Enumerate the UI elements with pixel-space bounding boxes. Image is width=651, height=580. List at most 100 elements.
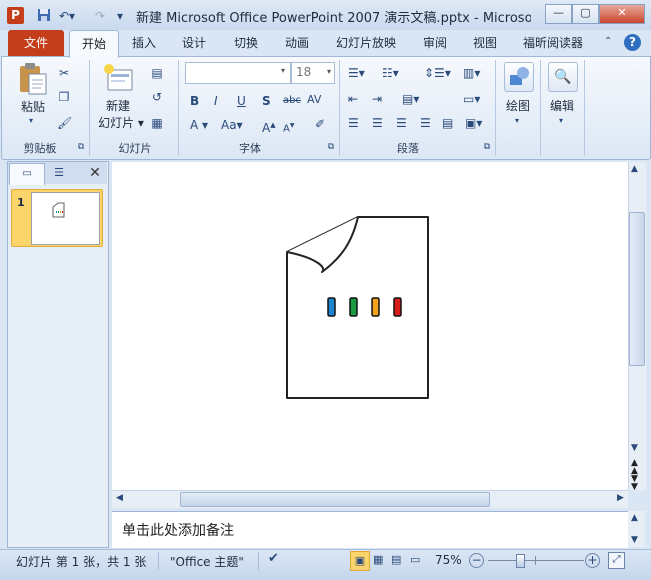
tab-home[interactable]: 开始 bbox=[69, 30, 119, 58]
tab-animations[interactable]: 动画 bbox=[277, 30, 317, 56]
scroll-up-icon[interactable]: ▲ bbox=[631, 164, 638, 174]
layout-icon[interactable]: ▤ bbox=[150, 66, 164, 80]
close-button[interactable]: ✕ bbox=[599, 4, 645, 24]
increase-indent-icon[interactable]: ⇥ bbox=[372, 91, 382, 107]
zoom-out-icon[interactable]: − bbox=[469, 553, 484, 568]
horizontal-scroll-thumb[interactable] bbox=[180, 492, 490, 507]
align-left-icon[interactable]: ☰ bbox=[348, 115, 359, 131]
distributed-icon[interactable]: ▤ bbox=[442, 115, 453, 131]
new-slide-label-line2[interactable]: 幻灯片 ▾ bbox=[94, 114, 148, 131]
editing-button[interactable]: 编辑 bbox=[544, 97, 580, 114]
zoom-slider-track[interactable] bbox=[488, 560, 584, 561]
notes-scroll-down-icon[interactable]: ▼ bbox=[631, 535, 638, 545]
clear-formatting-icon[interactable]: ✐ bbox=[315, 116, 325, 132]
scroll-left-icon[interactable]: ◀ bbox=[116, 493, 123, 503]
tab-design[interactable]: 设计 bbox=[174, 30, 214, 56]
tab-review[interactable]: 审阅 bbox=[415, 30, 455, 56]
vertical-scroll-thumb[interactable] bbox=[629, 212, 645, 366]
next-slide-icon[interactable]: ▼ ▼ bbox=[631, 475, 638, 492]
character-spacing-icon[interactable]: AV bbox=[307, 92, 321, 108]
format-painter-icon[interactable]: 🖌 bbox=[57, 116, 72, 130]
copy-icon[interactable]: ❐ bbox=[57, 90, 71, 104]
drawing-dropdown-icon[interactable]: ▾ bbox=[515, 116, 519, 125]
tab-foxit-reader[interactable]: 福昕阅读器 bbox=[516, 30, 590, 56]
minimize-button[interactable]: — bbox=[545, 4, 572, 24]
shadow-icon[interactable]: S bbox=[262, 93, 271, 109]
collapse-ribbon-icon[interactable]: ⌃ bbox=[604, 36, 618, 50]
group-label-clipboard: 剪贴板 bbox=[23, 142, 57, 155]
align-right-icon[interactable]: ☰ bbox=[396, 115, 407, 131]
fit-to-window-icon[interactable]: ⤢ bbox=[608, 552, 625, 569]
outline-tab-icon[interactable]: ☰ bbox=[46, 163, 72, 183]
align-center-icon[interactable]: ☰ bbox=[372, 115, 383, 131]
section-icon[interactable]: ▦ bbox=[150, 116, 164, 130]
zoom-level[interactable]: 75% bbox=[435, 553, 462, 567]
new-slide-icon[interactable] bbox=[102, 62, 134, 94]
theme-status[interactable]: "Office 主题" bbox=[170, 553, 244, 570]
paste-icon[interactable] bbox=[17, 62, 49, 96]
close-panel-icon[interactable]: ✕ bbox=[86, 163, 104, 183]
tab-transitions[interactable]: 切换 bbox=[226, 30, 266, 56]
slide-sorter-icon[interactable]: ▦ bbox=[373, 553, 383, 566]
bullets-icon[interactable]: ☰▾ bbox=[348, 65, 365, 81]
paragraph-launcher-icon[interactable]: ⧉ bbox=[480, 140, 494, 154]
help-icon[interactable]: ? bbox=[624, 34, 641, 51]
justify-icon[interactable]: ☰ bbox=[420, 115, 431, 131]
drawing-button[interactable]: 绘图 bbox=[500, 97, 536, 114]
font-size-dropdown-icon[interactable]: ▾ bbox=[327, 67, 331, 76]
grow-font-icon[interactable]: A▲ bbox=[262, 117, 276, 136]
editing-dropdown-icon[interactable]: ▾ bbox=[559, 116, 563, 125]
align-text-icon[interactable]: ▭▾ bbox=[463, 91, 480, 107]
italic-icon[interactable]: I bbox=[214, 93, 218, 109]
change-case-icon[interactable]: Aa▾ bbox=[221, 117, 243, 133]
customize-toolbar-icon[interactable]: ▾ bbox=[112, 8, 128, 24]
reset-icon[interactable]: ↺ bbox=[150, 90, 164, 104]
undo-icon[interactable]: ↶▾ bbox=[57, 8, 77, 24]
new-slide-label-line1[interactable]: 新建 bbox=[98, 97, 138, 114]
notes-placeholder[interactable]: 单击此处添加备注 bbox=[122, 520, 234, 540]
slideshow-view-icon[interactable]: ▭ bbox=[410, 553, 420, 566]
numbering-icon[interactable]: ☷▾ bbox=[382, 65, 399, 81]
tab-slideshow[interactable]: 幻灯片放映 bbox=[330, 30, 402, 56]
decrease-indent-icon[interactable]: ⇤ bbox=[348, 91, 358, 107]
line-spacing-icon[interactable]: ⇕☰▾ bbox=[424, 65, 451, 81]
shrink-font-icon[interactable]: A▼ bbox=[283, 118, 294, 137]
group-label-font: 字体 bbox=[239, 142, 261, 155]
save-icon[interactable] bbox=[36, 8, 52, 24]
normal-view-icon[interactable]: ▣ bbox=[350, 551, 370, 571]
powerpoint-logo-icon[interactable]: P bbox=[7, 7, 24, 24]
font-size-combo[interactable]: 18 ▾ bbox=[291, 62, 335, 84]
scroll-down-icon[interactable]: ▼ bbox=[631, 443, 638, 453]
bold-icon[interactable]: B bbox=[190, 93, 199, 109]
paste-button[interactable]: 粘贴 bbox=[16, 98, 50, 115]
font-name-combo[interactable] bbox=[185, 62, 291, 84]
shapes-icon[interactable] bbox=[504, 62, 534, 92]
smartart-icon[interactable]: ▣▾ bbox=[465, 115, 482, 131]
scroll-right-icon[interactable]: ▶ bbox=[617, 493, 624, 503]
zoom-in-icon[interactable]: + bbox=[585, 553, 600, 568]
tab-view[interactable]: 视图 bbox=[465, 30, 505, 56]
underline-icon[interactable]: U bbox=[237, 93, 246, 109]
strikethrough-icon[interactable]: abc bbox=[283, 93, 301, 109]
zoom-slider-thumb[interactable] bbox=[516, 554, 525, 568]
font-name-dropdown-icon[interactable]: ▾ bbox=[281, 66, 285, 75]
text-direction-icon[interactable]: ▤▾ bbox=[402, 91, 419, 107]
slides-tab-icon[interactable]: ▭ bbox=[9, 163, 45, 185]
paste-dropdown-icon[interactable]: ▾ bbox=[29, 116, 33, 125]
tab-file[interactable]: 文件 bbox=[8, 30, 64, 56]
previous-slide-icon[interactable]: ▲ ▲ bbox=[631, 459, 638, 476]
notes-scroll-up-icon[interactable]: ▲ bbox=[631, 513, 638, 523]
reading-view-icon[interactable]: ▤ bbox=[391, 553, 401, 566]
spell-check-icon[interactable]: ✔ bbox=[268, 551, 279, 566]
tab-insert[interactable]: 插入 bbox=[124, 30, 164, 56]
slide-thumbnail[interactable] bbox=[31, 192, 100, 245]
slide-canvas[interactable] bbox=[112, 162, 628, 490]
clipboard-launcher-icon[interactable]: ⧉ bbox=[74, 140, 88, 154]
font-color-icon[interactable]: A ▾ bbox=[190, 117, 208, 133]
font-launcher-icon[interactable]: ⧉ bbox=[324, 140, 338, 154]
cut-icon[interactable]: ✂ bbox=[57, 66, 71, 80]
find-icon[interactable]: 🔍 bbox=[548, 62, 578, 92]
maximize-button[interactable]: ▢ bbox=[572, 4, 599, 24]
columns-icon[interactable]: ▥▾ bbox=[463, 65, 480, 81]
redo-icon[interactable]: ↷ bbox=[92, 8, 108, 24]
